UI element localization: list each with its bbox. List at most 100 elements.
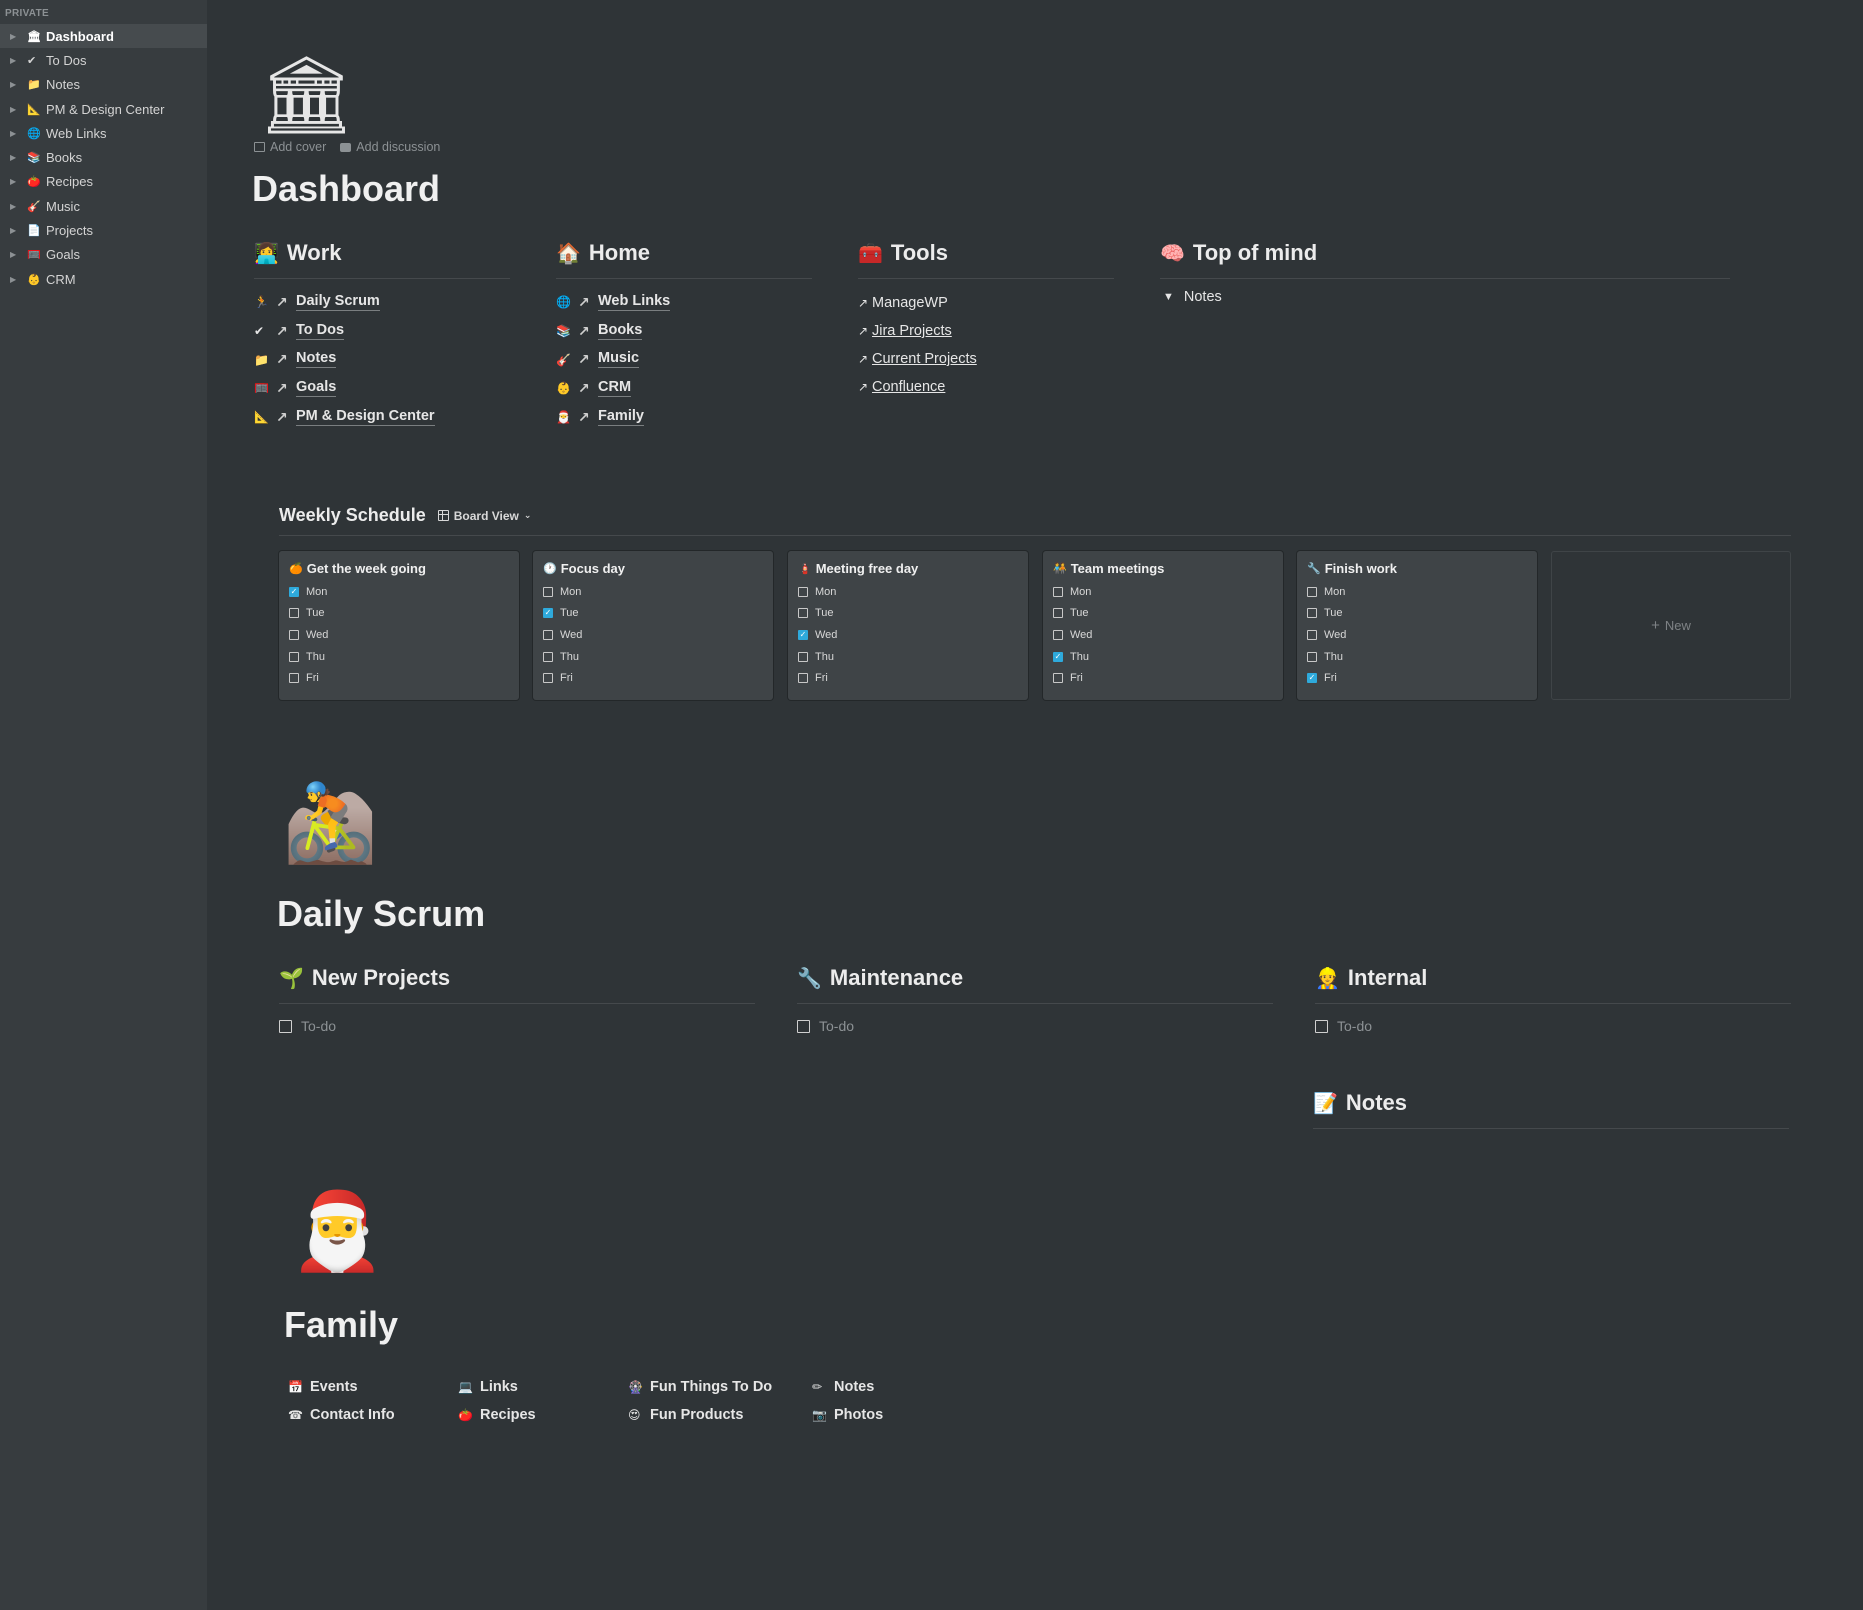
family-icon[interactable]: 🎅 [290, 1194, 385, 1270]
checkbox[interactable] [289, 673, 299, 684]
day-checkbox-mon[interactable]: ✓ Mon [289, 581, 509, 603]
sidebar-item-to-dos[interactable]: ▶ ✔ To Dos [0, 48, 207, 72]
day-checkbox-tue[interactable]: Tue [798, 603, 1018, 625]
day-checkbox-thu[interactable]: Thu [289, 646, 509, 668]
family-link-fun-things-to-do[interactable]: 🎡 Fun Things To Do [628, 1373, 772, 1401]
family-link-events[interactable]: 📅 Events [288, 1373, 358, 1401]
link-goals[interactable]: 🥅 ↗ Goals [254, 374, 510, 403]
expand-triangle-icon[interactable]: ▶ [10, 202, 27, 211]
checkbox[interactable] [289, 651, 299, 662]
checkbox[interactable] [289, 629, 299, 640]
add-cover-button[interactable]: Add cover [254, 140, 326, 154]
day-checkbox-wed[interactable]: Wed [543, 624, 763, 646]
toggle-triangle-icon[interactable]: ▼ [1160, 291, 1174, 303]
tool-link-jira-projects[interactable]: ↗ Jira Projects [858, 317, 1114, 345]
day-checkbox-mon[interactable]: Mon [1053, 581, 1273, 603]
day-checkbox-tue[interactable]: Tue [1307, 603, 1527, 625]
scrum-title[interactable]: Daily Scrum [277, 893, 485, 935]
day-checkbox-thu[interactable]: ✓ Thu [1053, 646, 1273, 668]
checkbox[interactable] [798, 586, 808, 597]
board-view-switcher[interactable]: Board View ⌄ [437, 509, 531, 523]
family-link-fun-products[interactable]: 😍 Fun Products [628, 1401, 743, 1429]
day-checkbox-wed[interactable]: Wed [289, 624, 509, 646]
scrum-icon[interactable]: 🚵 [283, 786, 378, 862]
expand-triangle-icon[interactable]: ▶ [10, 153, 27, 162]
sidebar-item-notes[interactable]: ▶ 📁 Notes [0, 73, 207, 97]
sidebar-item-pm-and-design-center[interactable]: ▶ 📐 PM & Design Center [0, 97, 207, 121]
family-link-photos[interactable]: 📷 Photos [812, 1401, 883, 1429]
expand-triangle-icon[interactable]: ▶ [10, 80, 27, 89]
checkbox[interactable] [1307, 651, 1317, 662]
page-title[interactable]: Dashboard [252, 168, 440, 210]
tool-link-managewp[interactable]: ↗ ManageWP [858, 289, 1114, 317]
expand-triangle-icon[interactable]: ▶ [10, 250, 27, 259]
day-checkbox-mon[interactable]: Mon [543, 581, 763, 603]
day-checkbox-fri[interactable]: ✓ Fri [1307, 667, 1527, 689]
day-checkbox-fri[interactable]: Fri [1053, 667, 1273, 689]
checkbox[interactable] [543, 651, 553, 662]
day-checkbox-fri[interactable]: Fri [798, 667, 1018, 689]
day-checkbox-thu[interactable]: Thu [543, 646, 763, 668]
day-checkbox-wed[interactable]: ✓ Wed [798, 624, 1018, 646]
board-title[interactable]: Weekly Schedule [279, 505, 426, 526]
expand-triangle-icon[interactable]: ▶ [10, 32, 27, 41]
day-checkbox-fri[interactable]: Fri [543, 667, 763, 689]
expand-triangle-icon[interactable]: ▶ [10, 105, 27, 114]
link-daily-scrum[interactable]: 🏃 ↗ Daily Scrum [254, 288, 510, 317]
todo-item[interactable]: To-do [1315, 1018, 1791, 1034]
checkbox[interactable]: ✓ [1053, 651, 1063, 662]
day-checkbox-wed[interactable]: Wed [1307, 624, 1527, 646]
sidebar-item-goals[interactable]: ▶ 🥅 Goals [0, 243, 207, 267]
tool-link-current-projects[interactable]: ↗ Current Projects [858, 345, 1114, 373]
todo-item[interactable]: To-do [279, 1018, 755, 1034]
checkbox[interactable]: ✓ [798, 629, 808, 640]
sidebar-item-recipes[interactable]: ▶ 🍅 Recipes [0, 170, 207, 194]
link-to-dos[interactable]: ✔ ↗ To Dos [254, 317, 510, 346]
checkbox[interactable] [1053, 673, 1063, 684]
link-pm-and-design-center[interactable]: 📐 ↗ PM & Design Center [254, 403, 510, 432]
checkbox[interactable] [543, 586, 553, 597]
link-notes[interactable]: 📁 ↗ Notes [254, 345, 510, 374]
checkbox[interactable] [543, 629, 553, 640]
checkbox[interactable] [1053, 586, 1063, 597]
family-link-recipes[interactable]: 🍅 Recipes [458, 1401, 536, 1429]
sidebar-item-projects[interactable]: ▶ 📄 Projects [0, 218, 207, 242]
checkbox[interactable]: ✓ [543, 608, 553, 619]
sidebar-item-web-links[interactable]: ▶ 🌐 Web Links [0, 121, 207, 145]
board-card-team-meetings[interactable]: 🧑‍🤝‍🧑 Team meetings Mon Tue Wed ✓ Thu Fri [1043, 551, 1283, 700]
link-crm[interactable]: 👶 ↗ CRM [556, 374, 812, 403]
checkbox[interactable] [1053, 608, 1063, 619]
checkbox[interactable] [289, 608, 299, 619]
board-card-finish-work[interactable]: 🔧 Finish work Mon Tue Wed Thu ✓ Fri [1297, 551, 1537, 700]
expand-triangle-icon[interactable]: ▶ [10, 226, 27, 235]
day-checkbox-thu[interactable]: Thu [1307, 646, 1527, 668]
day-checkbox-tue[interactable]: Tue [289, 603, 509, 625]
sidebar-item-music[interactable]: ▶ 🎸 Music [0, 194, 207, 218]
checkbox[interactable] [1307, 586, 1317, 597]
checkbox[interactable] [1315, 1019, 1328, 1033]
family-link-contact-info[interactable]: ☎ Contact Info [288, 1401, 395, 1429]
checkbox[interactable] [1307, 608, 1317, 619]
checkbox[interactable] [798, 608, 808, 619]
day-checkbox-tue[interactable]: ✓ Tue [543, 603, 763, 625]
expand-triangle-icon[interactable]: ▶ [10, 177, 27, 186]
sidebar-item-crm[interactable]: ▶ 👶 CRM [0, 267, 207, 291]
notes-toggle[interactable]: ▼ Notes [1160, 289, 1730, 305]
checkbox[interactable] [797, 1019, 810, 1033]
board-card-focus-day[interactable]: 🕐 Focus day Mon ✓ Tue Wed Thu Fri [533, 551, 773, 700]
checkbox[interactable] [543, 673, 553, 684]
day-checkbox-wed[interactable]: Wed [1053, 624, 1273, 646]
family-title[interactable]: Family [284, 1304, 398, 1346]
sidebar-item-dashboard[interactable]: ▶ 🏛 Dashboard [0, 24, 207, 49]
tool-link-confluence[interactable]: ↗ Confluence [858, 373, 1114, 401]
family-link-notes[interactable]: ✏ Notes [812, 1373, 874, 1401]
checkbox[interactable]: ✓ [1307, 673, 1317, 684]
day-checkbox-fri[interactable]: Fri [289, 667, 509, 689]
sidebar-item-books[interactable]: ▶ 📚 Books [0, 145, 207, 169]
checkbox[interactable] [798, 651, 808, 662]
new-card-button[interactable]: + New [1551, 551, 1791, 700]
checkbox[interactable] [279, 1019, 292, 1033]
day-checkbox-mon[interactable]: Mon [1307, 581, 1527, 603]
todo-item[interactable]: To-do [797, 1018, 1273, 1034]
checkbox[interactable]: ✓ [289, 586, 299, 597]
